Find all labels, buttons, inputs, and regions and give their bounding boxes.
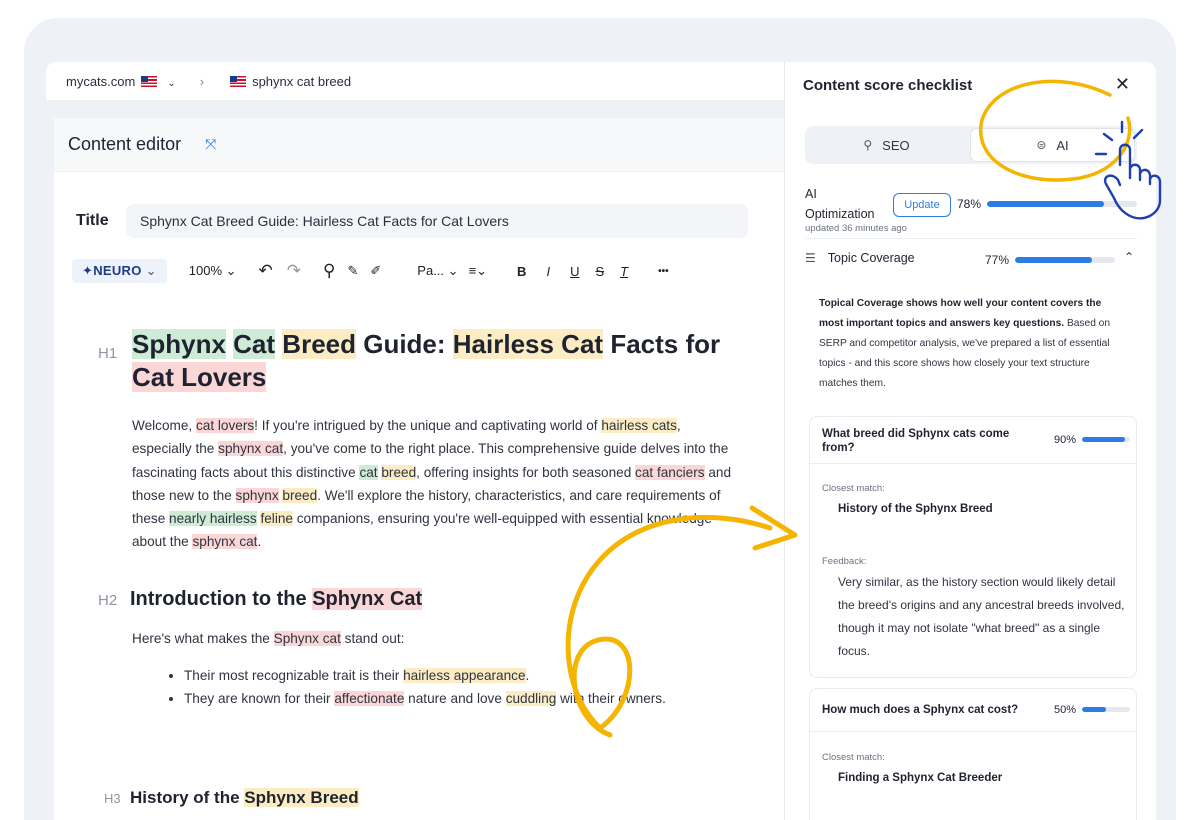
intro-line[interactable]: Here's what makes the Sphynx cat stand o… [98, 627, 738, 650]
bullet-list[interactable]: Their most recognizable trait is their h… [98, 664, 738, 710]
highlighter-icon[interactable]: ✎ [347, 263, 358, 279]
intro-paragraph[interactable]: Welcome, cat lovers! If you're intrigued… [98, 414, 738, 554]
h2-heading[interactable]: H2 Introduction to the Sphynx Cat [98, 587, 738, 611]
description-bold: Topical Coverage shows how well your con… [819, 298, 1102, 329]
tab-seo[interactable]: ⚲ SEO [805, 126, 968, 164]
tab-ai[interactable]: ⊜ AI [970, 128, 1135, 162]
topic-score-bar [1015, 257, 1115, 263]
title-label: Title [76, 212, 109, 229]
chevron-down-icon: ⌄ [167, 77, 176, 89]
feedback-label: Feedback: [822, 556, 867, 567]
topic-score-value: 77% [985, 253, 1010, 267]
tab-ai-label: AI [1056, 137, 1069, 153]
update-button[interactable]: Update [893, 193, 951, 217]
topic-description: Topical Coverage shows how well your con… [819, 294, 1121, 394]
site-domain: mycats.com [66, 73, 136, 89]
paragraph-value: Pa... [417, 263, 445, 278]
zoom-select[interactable]: 100% ⌄ [189, 263, 237, 279]
title-row: Title [76, 204, 748, 238]
card-score-bar [1082, 437, 1130, 442]
site-selector[interactable]: mycats.com ⌄ [66, 74, 176, 89]
neuro-label: ✦NEURO [82, 263, 142, 278]
redo-icon[interactable]: ↷ [287, 261, 301, 281]
closest-match-label: Closest match: [822, 483, 885, 494]
ai-score-bar-fill [987, 201, 1104, 207]
topic-coverage-row[interactable]: ☰ Topic Coverage [805, 251, 915, 265]
card-divider [810, 463, 1136, 464]
keyword-text: sphynx cat breed [252, 73, 352, 89]
divider [805, 238, 1137, 239]
italic-button[interactable]: I [546, 264, 550, 279]
pen-icon[interactable]: ✐ [370, 263, 381, 279]
card-divider [810, 731, 1136, 732]
card-score-bar-fill [1082, 437, 1126, 442]
title-input[interactable] [126, 204, 748, 238]
document-body[interactable]: H1 Sphynx Cat Breed Guide: Hairless Cat … [98, 328, 738, 710]
paragraph-style-select[interactable]: Pa... ⌄ [417, 263, 458, 279]
content-score-panel: Content score checklist ✕ ⚲ SEO ⊜ AI AI … [784, 62, 1156, 820]
chevron-right-icon: › [199, 73, 205, 89]
closest-match-value: Finding a Sphynx Cat Breeder [838, 772, 1003, 784]
updated-timestamp: updated 36 minutes ago [805, 223, 907, 234]
search-icon[interactable]: ⚲ [323, 261, 335, 281]
card-score: 90% [1054, 434, 1077, 446]
question-card[interactable]: What breed did Sphynx cats come from? 90… [809, 416, 1137, 678]
content-editor: Content editor ⤧ Title ✦NEURO ⌄ 100% ⌄ ↶… [54, 118, 784, 820]
checklist-icon: ☰ [805, 251, 816, 265]
editor-toolbar: ✦NEURO ⌄ 100% ⌄ ↶ ↷ ⚲ ✎ ✐ Pa... ⌄ ≡⌄ B I… [72, 258, 762, 284]
h3-tag: H3 [104, 791, 121, 806]
underline-button[interactable]: U [570, 264, 579, 279]
card-question: How much does a Sphynx cat cost? [822, 704, 1019, 716]
align-icon[interactable]: ≡⌄ [469, 263, 487, 279]
topic-score-bar-fill [1015, 257, 1092, 263]
undo-icon[interactable]: ↶ [259, 261, 273, 281]
strikethrough-button[interactable]: S [595, 264, 604, 279]
ai-optimization-label: AI Optimization updated 36 minutes ago [805, 184, 907, 234]
h1-tag: H1 [98, 345, 118, 362]
keyword-crumb[interactable]: sphynx cat breed [230, 74, 351, 89]
ai-label: AI [805, 187, 817, 201]
zoom-value: 100% [188, 263, 223, 278]
h2-tag: H2 [98, 591, 118, 609]
close-icon[interactable]: ✕ [1115, 74, 1130, 95]
score-tabs: ⚲ SEO ⊜ AI [805, 126, 1137, 164]
intro-text: Here's what makes the [132, 630, 270, 646]
question-card[interactable]: How much does a Sphynx cat cost? 50% Clo… [809, 688, 1137, 820]
neuro-ai-button[interactable]: ✦NEURO ⌄ [72, 259, 167, 283]
us-flag-icon [141, 75, 158, 87]
card-question: What breed did Sphynx cats come from? [822, 428, 1010, 454]
bold-button[interactable]: B [517, 264, 526, 279]
list-item[interactable]: They are known for their affectionate na… [184, 687, 738, 710]
tab-seo-label: SEO [882, 137, 910, 153]
more-options-icon[interactable]: ••• [658, 266, 669, 277]
optimization-label: Optimization [805, 207, 875, 221]
h3-text: History of the [130, 788, 240, 807]
intro-keyword: Sphynx cat [273, 630, 341, 646]
ai-score-bar [987, 201, 1137, 207]
topic-coverage-label: Topic Coverage [827, 251, 915, 265]
card-score-bar-fill [1082, 707, 1106, 712]
chevron-up-icon[interactable]: ⌃ [1124, 250, 1134, 264]
list-item[interactable]: Their most recognizable trait is their h… [184, 664, 738, 687]
intro-end: stand out: [344, 630, 405, 646]
h3-keyword: Sphynx Breed [244, 788, 359, 807]
closest-match-value: History of the Sphynx Breed [838, 503, 993, 515]
editor-title: Content editor [68, 134, 182, 154]
robot-icon: ⊜ [1036, 138, 1047, 152]
card-score-bar [1082, 707, 1130, 712]
h1-heading[interactable]: H1 Sphynx Cat Breed Guide: Hairless Cat … [98, 328, 738, 394]
panel-title: Content score checklist [803, 77, 973, 94]
feedback-text: Very similar, as the history section wou… [838, 575, 1125, 658]
h3-heading[interactable]: H3 History of the Sphynx Breed [104, 788, 359, 808]
editor-header: Content editor ⤧ [54, 118, 784, 172]
clear-format-button[interactable]: T [620, 264, 628, 279]
expand-icon[interactable]: ⤧ [205, 136, 216, 153]
card-score: 50% [1054, 704, 1077, 716]
us-flag-icon [230, 75, 247, 87]
closest-match-label: Closest match: [822, 752, 885, 763]
search-icon: ⚲ [863, 138, 873, 152]
ai-score-value: 78% [957, 197, 982, 211]
breadcrumb: mycats.com ⌄ › sphynx cat breed [46, 62, 786, 100]
